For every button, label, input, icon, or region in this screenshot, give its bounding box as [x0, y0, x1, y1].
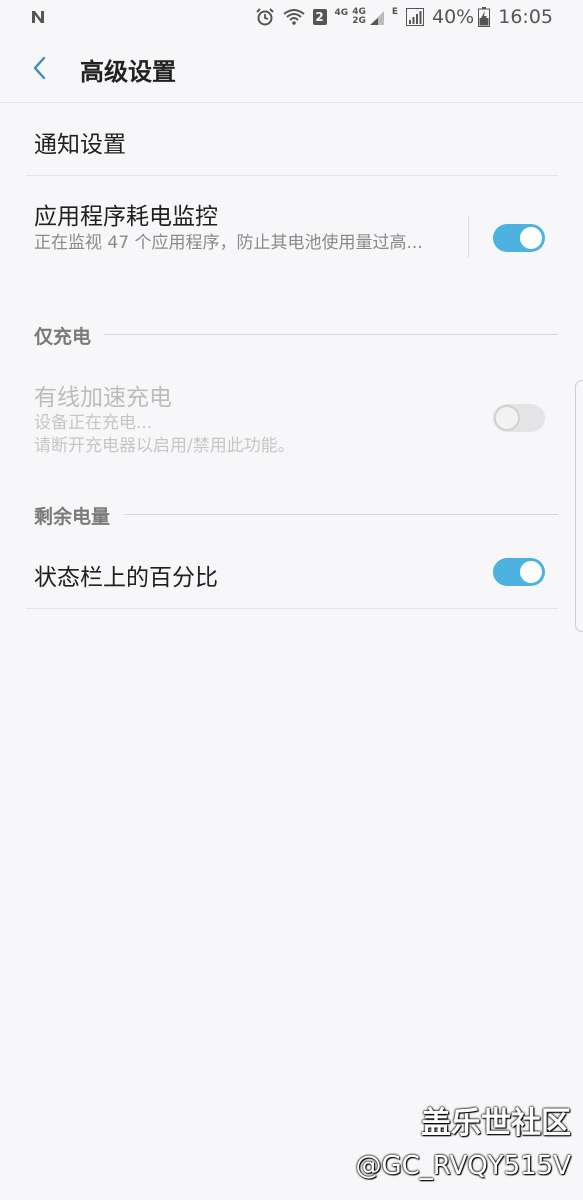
- clock-time: 16:05: [498, 6, 553, 28]
- status-icons: 2 4G 4G 2G E 40% 16:05: [255, 6, 553, 28]
- signal-icon-2: [406, 8, 424, 26]
- notification-settings-label: 通知设置: [34, 132, 126, 158]
- section-header-charging: 仅充电: [34, 322, 102, 349]
- watermark-brand: 盖乐世社区: [421, 1106, 571, 1141]
- app-header: 高级设置: [0, 36, 583, 103]
- percent-in-status-bar-label: 状态栏上的百分比: [34, 565, 218, 591]
- fast-wired-charging-status: 设备正在充电...: [34, 413, 153, 433]
- page-title: 高级设置: [80, 58, 176, 86]
- watermark: 盖乐世社区 @GC_RVQY515V: [356, 1106, 572, 1182]
- app-power-monitor-label: 应用程序耗电监控: [34, 204, 218, 230]
- percent-in-status-bar-toggle[interactable]: [493, 558, 545, 586]
- network-e-label: E: [391, 6, 398, 17]
- wifi-icon: [282, 8, 305, 26]
- sim-badge-icon: 2: [312, 9, 327, 25]
- status-bar: 2 4G 4G 2G E 40% 16:05: [0, 0, 583, 36]
- battery-charging-icon: [478, 7, 491, 27]
- divider: [26, 608, 558, 609]
- app-power-monitor-item[interactable]: 应用程序耗电监控 正在监视 47 个应用程序，防止其电池使用量过高...: [26, 176, 558, 296]
- toggle-knob: [518, 559, 544, 585]
- signal-icon-1: [369, 9, 384, 25]
- chevron-left-icon: [33, 56, 46, 80]
- network-4g-label: 4G: [334, 7, 349, 18]
- section-divider-remaining: [124, 514, 558, 515]
- percent-in-status-bar-item[interactable]: 状态栏上的百分比: [26, 536, 558, 608]
- watermark-user: @GC_RVQY515V: [355, 1151, 572, 1181]
- section-header-remaining: 剩余电量: [34, 502, 121, 529]
- edge-panel-handle[interactable]: [575, 380, 583, 632]
- alarm-icon: [255, 7, 275, 27]
- battery-percent: 40%: [432, 6, 475, 28]
- back-button[interactable]: [22, 50, 58, 86]
- screen: 2 4G 4G 2G E 40% 16:05 高级设置 通知设置 应用程序耗电监…: [0, 0, 583, 1200]
- toggle-separator: [468, 216, 469, 258]
- fast-wired-charging-hint: 请断开充电器以启用/禁用此功能。: [34, 436, 295, 456]
- fast-wired-charging-label: 有线加速充电: [34, 385, 172, 411]
- n-notification-icon: [30, 6, 46, 30]
- notification-settings-item[interactable]: 通知设置: [26, 103, 558, 175]
- section-divider-charging: [104, 334, 558, 335]
- app-power-monitor-toggle[interactable]: [493, 224, 545, 252]
- toggle-knob: [494, 405, 520, 431]
- app-power-monitor-description: 正在监视 47 个应用程序，防止其电池使用量过高...: [34, 233, 423, 253]
- fast-wired-charging-toggle: [493, 404, 545, 432]
- network-stack: 4G 2G: [352, 8, 366, 26]
- fast-wired-charging-item: 有线加速充电 设备正在充电... 请断开充电器以启用/禁用此功能。: [26, 362, 558, 472]
- network-2g-bottom-label: 2G: [352, 16, 366, 26]
- toggle-knob: [518, 225, 544, 251]
